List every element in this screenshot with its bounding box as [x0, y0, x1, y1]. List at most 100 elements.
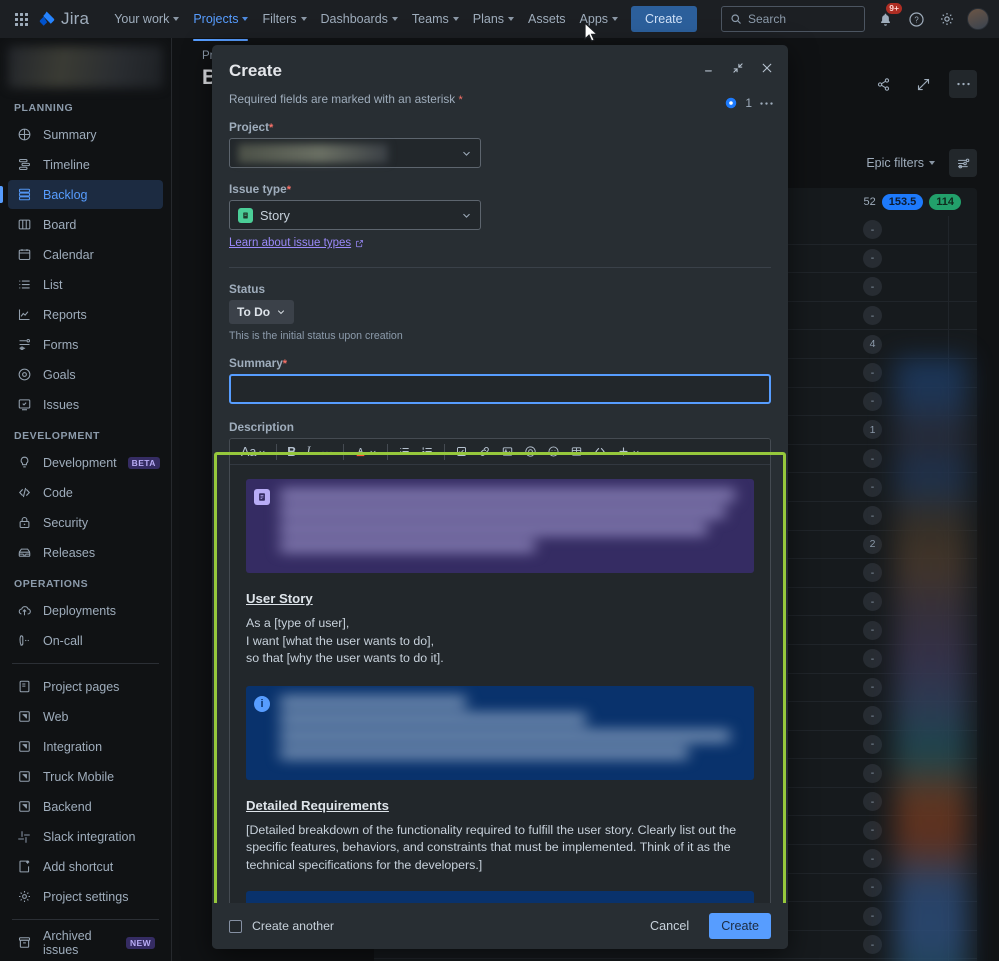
text-style-icon[interactable]: Aa	[236, 442, 271, 462]
italic-icon[interactable]: I	[301, 442, 315, 462]
fullscreen-button[interactable]	[909, 70, 937, 98]
row-estimate-badge: -	[863, 935, 882, 955]
create-button[interactable]: Create	[631, 6, 697, 32]
sidebar-item-label: Releases	[43, 545, 96, 560]
create-another-checkbox[interactable]	[229, 919, 242, 933]
emoji-icon[interactable]	[542, 442, 565, 462]
sidebar-item-backend[interactable]: Backend	[8, 792, 163, 821]
row-estimate-badge: -	[863, 906, 882, 926]
description-editor[interactable]: Aa B I A User Story As a [type of user],…	[229, 438, 771, 903]
learn-about-issue-types-link[interactable]: Learn about issue types	[229, 237, 364, 249]
row-estimate-badge: -	[863, 248, 882, 268]
nav-label: Teams	[411, 12, 449, 26]
row-estimate-badge: -	[863, 391, 882, 411]
row-estimate-badge: -	[863, 877, 882, 897]
notifications-button[interactable]: 9+	[874, 3, 902, 30]
sidebar-item-goals[interactable]: Goals	[8, 360, 163, 389]
mention-icon[interactable]	[519, 442, 542, 462]
sidebar-item-project-settings[interactable]: Project settings	[8, 882, 163, 911]
sidebar-section-development: DEVELOPMENT	[14, 430, 100, 442]
image-icon[interactable]	[496, 442, 519, 462]
jira-logo[interactable]: Jira	[38, 9, 89, 29]
sidebar-item-summary[interactable]: Summary	[8, 120, 163, 149]
sidebar-item-web[interactable]: Web	[8, 702, 163, 731]
releases-icon	[16, 545, 32, 561]
status-select[interactable]: To Do	[229, 300, 295, 324]
link-icon[interactable]	[473, 442, 496, 462]
task-list-icon[interactable]	[450, 442, 473, 462]
sidebar-item-project-pages[interactable]: Project pages	[8, 672, 163, 701]
project-header-blurred[interactable]	[8, 46, 163, 88]
nav-item-your-work[interactable]: Your work	[107, 7, 186, 31]
nav-label: Assets	[528, 12, 566, 26]
bullet-list-icon[interactable]	[393, 442, 416, 462]
modal-more-actions-icon[interactable]	[759, 101, 774, 106]
table-icon[interactable]	[565, 442, 588, 462]
section-divider	[229, 267, 771, 268]
issue-type-select[interactable]: Story	[229, 200, 481, 230]
sidebar-item-releases[interactable]: Releases	[8, 538, 163, 567]
sidebar-item-add-shortcut[interactable]: Add shortcut	[8, 852, 163, 881]
shortcut-icon	[16, 739, 32, 755]
sidebar-item-integration[interactable]: Integration	[8, 732, 163, 761]
code-icon[interactable]	[588, 442, 612, 462]
description-content[interactable]: User Story As a [type of user], I want […	[230, 465, 770, 903]
view-settings-button[interactable]	[949, 149, 977, 177]
more-formatting-icon[interactable]	[316, 442, 338, 462]
sidebar-divider	[12, 919, 159, 920]
insert-more-icon[interactable]	[612, 442, 645, 462]
global-search-input[interactable]: Search	[721, 6, 865, 32]
create-another-label: Create another	[252, 919, 335, 933]
bold-icon[interactable]: B	[282, 442, 301, 462]
sidebar-item-list[interactable]: List	[8, 270, 163, 299]
minimize-icon[interactable]	[702, 61, 716, 75]
sidebar-item-board[interactable]: Board	[8, 210, 163, 239]
project-select[interactable]	[229, 138, 481, 168]
sidebar-item-truck-mobile[interactable]: Truck Mobile	[8, 762, 163, 791]
cancel-button[interactable]: Cancel	[640, 913, 699, 939]
row-estimate-badge: 4	[863, 334, 882, 354]
sidebar-item-calendar[interactable]: Calendar	[8, 240, 163, 269]
more-actions-button[interactable]	[949, 70, 977, 98]
nav-item-plans[interactable]: Plans	[466, 7, 521, 31]
user-avatar[interactable]	[967, 8, 989, 30]
nav-item-filters[interactable]: Filters	[255, 7, 313, 31]
sidebar-item-archived-issues[interactable]: Archived issues NEW	[8, 928, 163, 957]
nav-item-projects[interactable]: Projects	[186, 7, 255, 41]
sidebar-item-backlog[interactable]: Backlog	[0, 180, 163, 209]
app-switcher-icon[interactable]	[10, 8, 32, 30]
close-icon[interactable]	[760, 61, 774, 75]
sidebar-item-forms[interactable]: Forms	[8, 330, 163, 359]
text-color-icon[interactable]: A	[349, 442, 382, 462]
sidebar-item-label: Forms	[43, 337, 79, 352]
user-story-line-3: so that [why the user wants to do it].	[246, 651, 444, 666]
sidebar-item-issues[interactable]: Issues	[8, 390, 163, 419]
project-label-text: Project	[229, 120, 269, 134]
sidebar-item-label: Calendar	[43, 247, 94, 262]
share-button[interactable]	[869, 70, 897, 98]
shortcut-icon	[16, 799, 32, 815]
nav-item-teams[interactable]: Teams	[405, 7, 466, 31]
summary-icon	[16, 127, 32, 143]
sidebar-item-reports[interactable]: Reports	[8, 300, 163, 329]
sidebar-item-security[interactable]: Security	[8, 508, 163, 537]
chevron-down-icon	[391, 17, 398, 21]
sidebar-item-code[interactable]: Code	[8, 478, 163, 507]
nav-item-dashboards[interactable]: Dashboards	[314, 7, 405, 31]
submit-create-button[interactable]: Create	[709, 913, 771, 939]
sidebar-item-deployments[interactable]: Deployments	[8, 596, 163, 625]
numbered-list-icon[interactable]	[416, 442, 439, 462]
summary-input[interactable]	[229, 374, 771, 404]
note-panel-text-blurred	[280, 489, 744, 563]
sidebar-item-on-call[interactable]: On-call	[8, 626, 163, 655]
epic-filter-dropdown[interactable]: Epic filters	[866, 156, 935, 170]
help-button[interactable]: ?	[905, 8, 927, 30]
settings-button[interactable]	[936, 8, 958, 30]
row-estimate-badge: -	[863, 620, 882, 640]
sidebar-item-development[interactable]: Development BETA	[8, 448, 163, 477]
nav-item-assets[interactable]: Assets	[521, 7, 573, 31]
user-story-heading: User Story	[246, 591, 313, 606]
sidebar-item-slack-integration[interactable]: Slack integration	[8, 822, 163, 851]
sidebar-item-timeline[interactable]: Timeline	[8, 150, 163, 179]
collapse-icon[interactable]	[731, 61, 745, 75]
